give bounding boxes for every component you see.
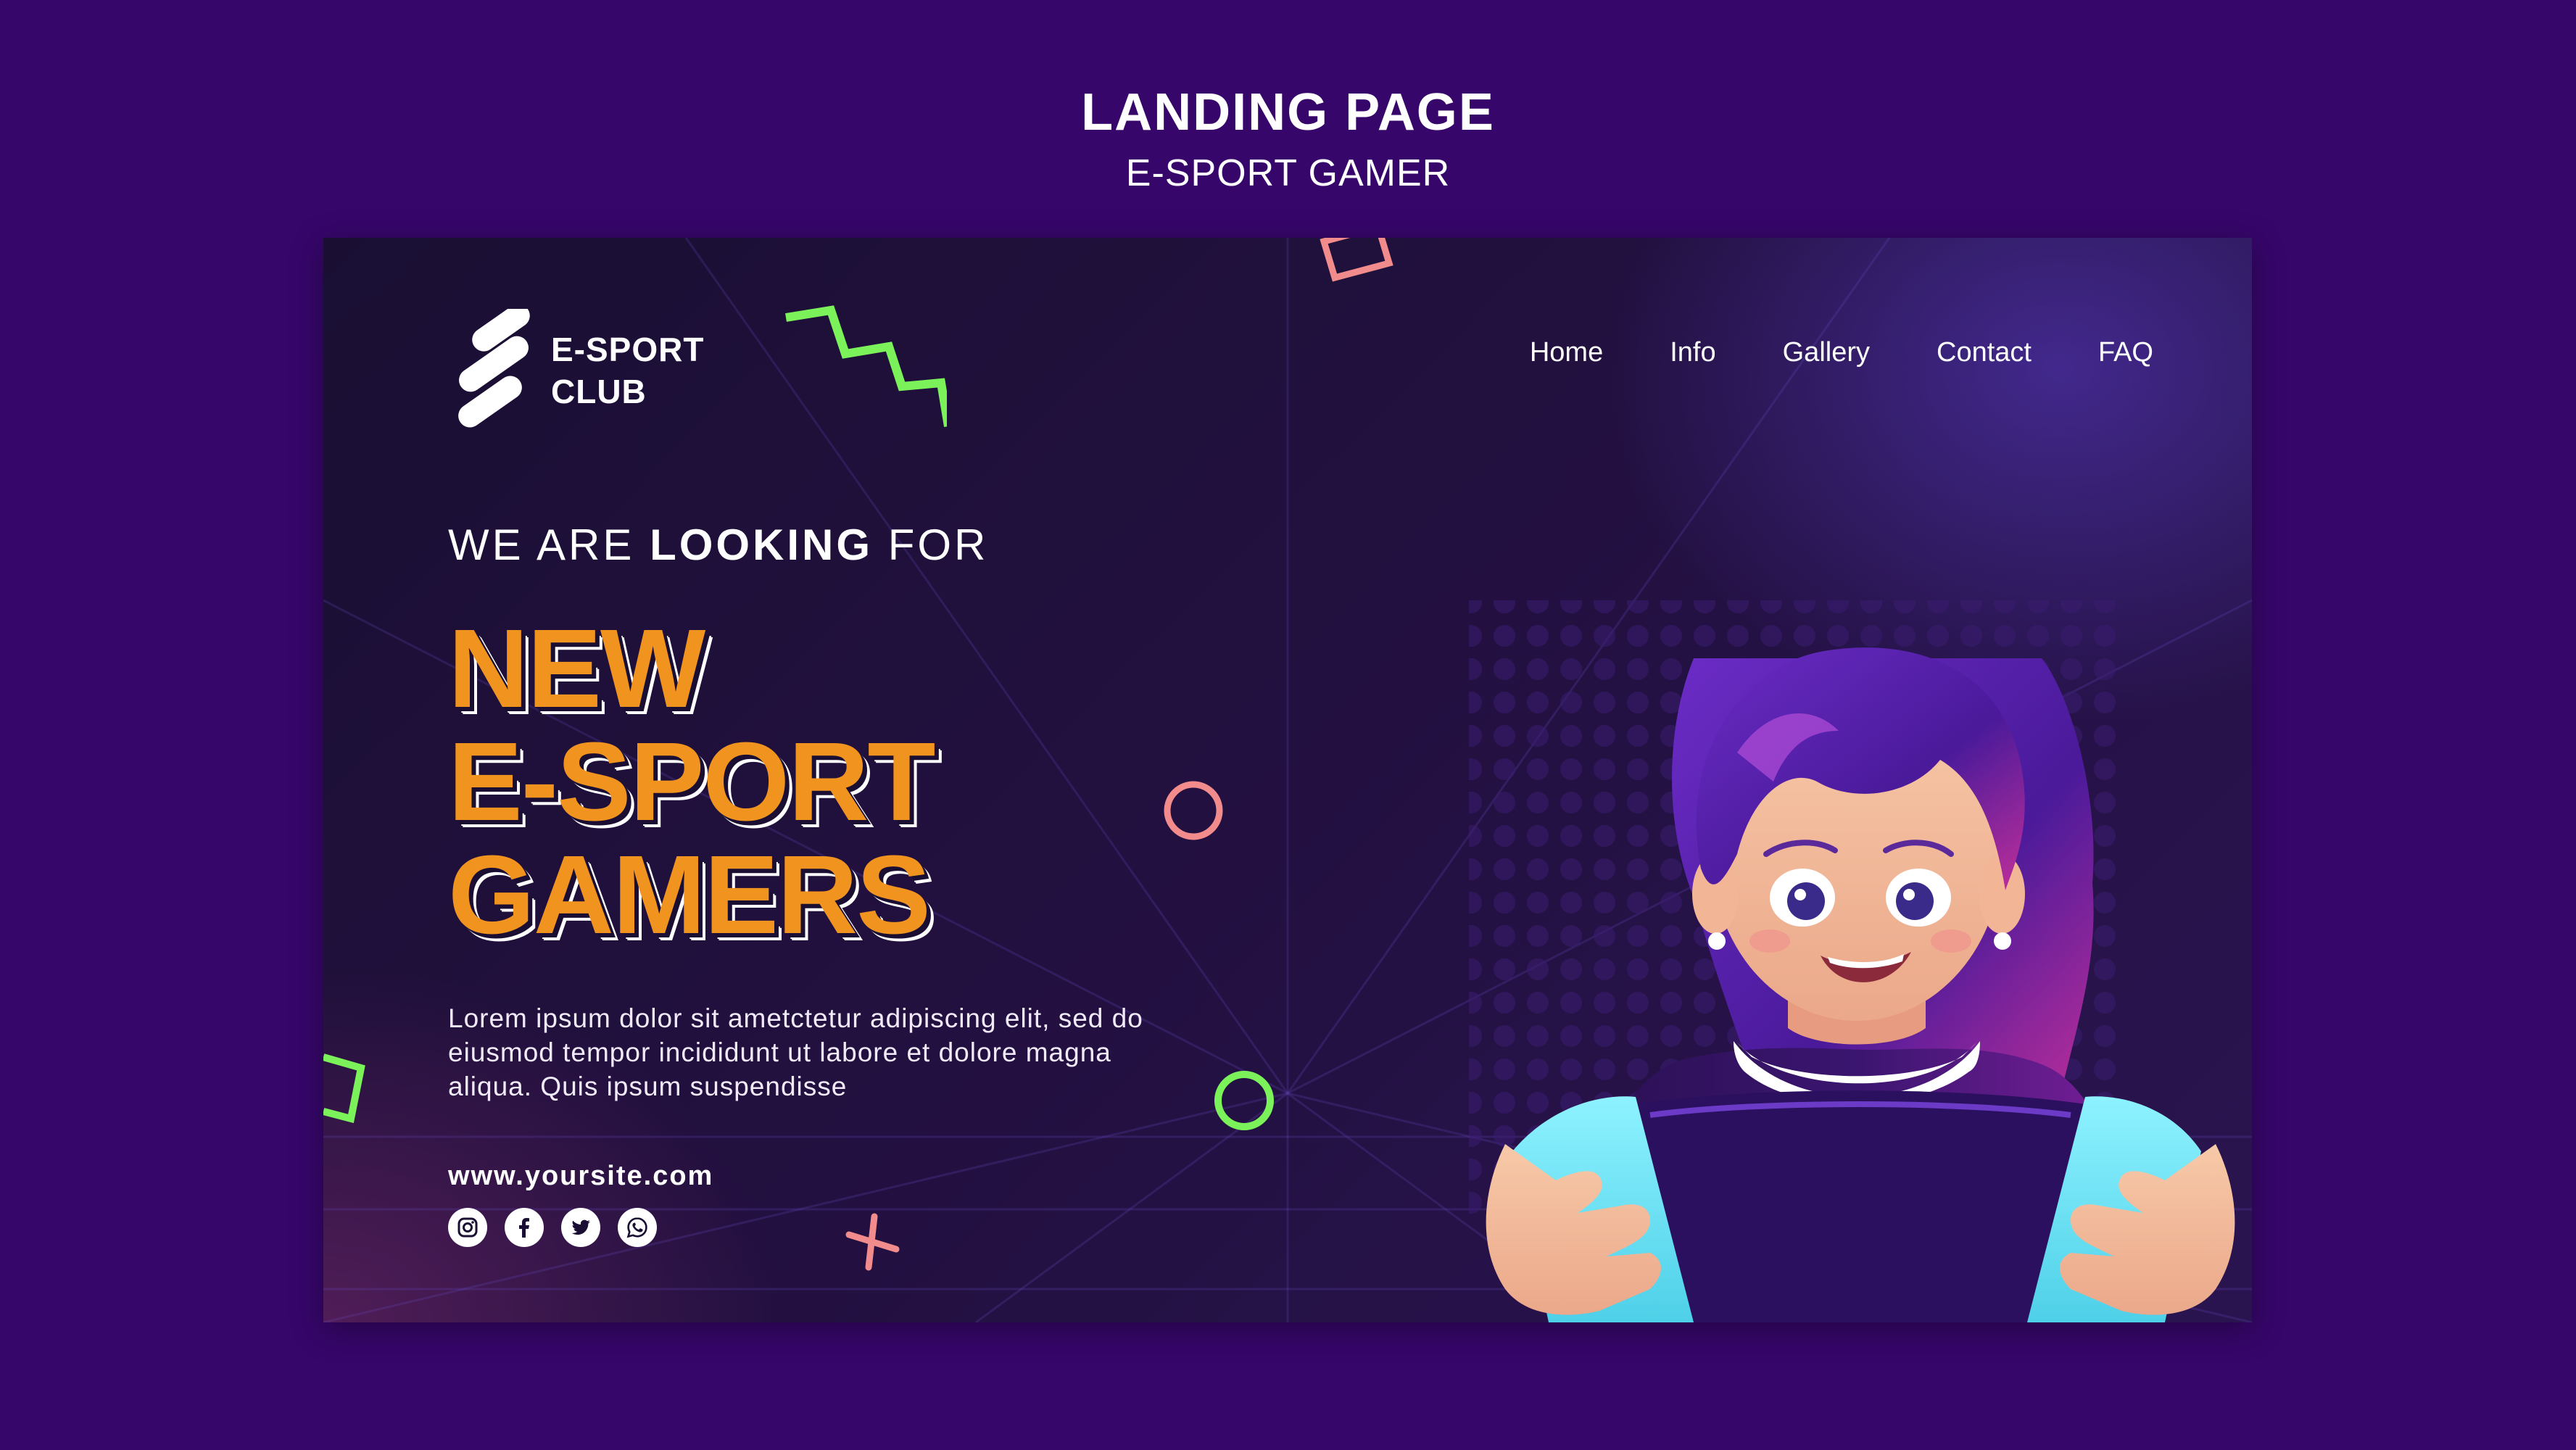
brand-name-line2: CLUB xyxy=(551,373,647,410)
website-link[interactable]: www.yoursite.com xyxy=(448,1156,713,1196)
instagram-icon xyxy=(457,1217,478,1238)
brand-name: E-SPORT CLUB xyxy=(551,328,704,413)
nav-item-info[interactable]: Info xyxy=(1670,331,1715,374)
headline-line-3: GAMERS xyxy=(448,832,931,957)
gamer-girl-illustration xyxy=(1469,600,2235,1322)
nav-item-gallery[interactable]: Gallery xyxy=(1783,331,1870,374)
headline-line-1: NEW xyxy=(448,606,705,731)
cross-pink-decoration xyxy=(845,1213,900,1271)
tagline-bold: LOOKING xyxy=(650,521,874,569)
brand-name-line1: E-SPORT xyxy=(551,331,705,368)
main-nav: Home Info Gallery Contact FAQ xyxy=(1463,331,2153,374)
zigzag-green-decoration xyxy=(785,305,947,427)
twitter-icon xyxy=(571,1219,590,1235)
whatsapp-icon xyxy=(626,1217,647,1238)
esport-club-logo-icon xyxy=(458,309,530,428)
square-pink-decoration xyxy=(1320,238,1393,282)
hero-description: Lorem ipsum dolor sit ametctetur adipisc… xyxy=(448,1003,1143,1101)
brand-logo[interactable]: E-SPORT CLUB xyxy=(447,309,704,432)
instagram-button[interactable] xyxy=(448,1208,487,1247)
whatsapp-button[interactable] xyxy=(618,1208,657,1247)
nav-item-faq[interactable]: FAQ xyxy=(2098,331,2153,374)
page-header: LANDING PAGE E-SPORT GAMER xyxy=(0,80,2576,199)
circle-green-decoration xyxy=(1214,1071,1274,1130)
square-green-decoration xyxy=(323,1053,365,1124)
page-subtitle: E-SPORT GAMER xyxy=(1125,152,1451,194)
social-links xyxy=(448,1208,674,1247)
twitter-button[interactable] xyxy=(561,1208,600,1247)
tagline-pre: WE ARE xyxy=(448,521,650,569)
nav-item-home[interactable]: Home xyxy=(1530,331,1603,374)
hero-headline: NEW E-SPORT GAMERS xyxy=(448,612,1173,951)
page-title: LANDING PAGE xyxy=(1081,83,1495,141)
landing-card: E-SPORT CLUB Home Info Gallery Contact F… xyxy=(323,238,2252,1322)
tagline-post: FOR xyxy=(873,521,989,569)
hero-tagline: WE ARE LOOKING FOR xyxy=(448,516,988,574)
headline-line-2: E-SPORT xyxy=(448,719,936,844)
nav-item-contact[interactable]: Contact xyxy=(1937,331,2032,374)
facebook-button[interactable] xyxy=(505,1208,544,1247)
facebook-icon xyxy=(519,1218,529,1238)
